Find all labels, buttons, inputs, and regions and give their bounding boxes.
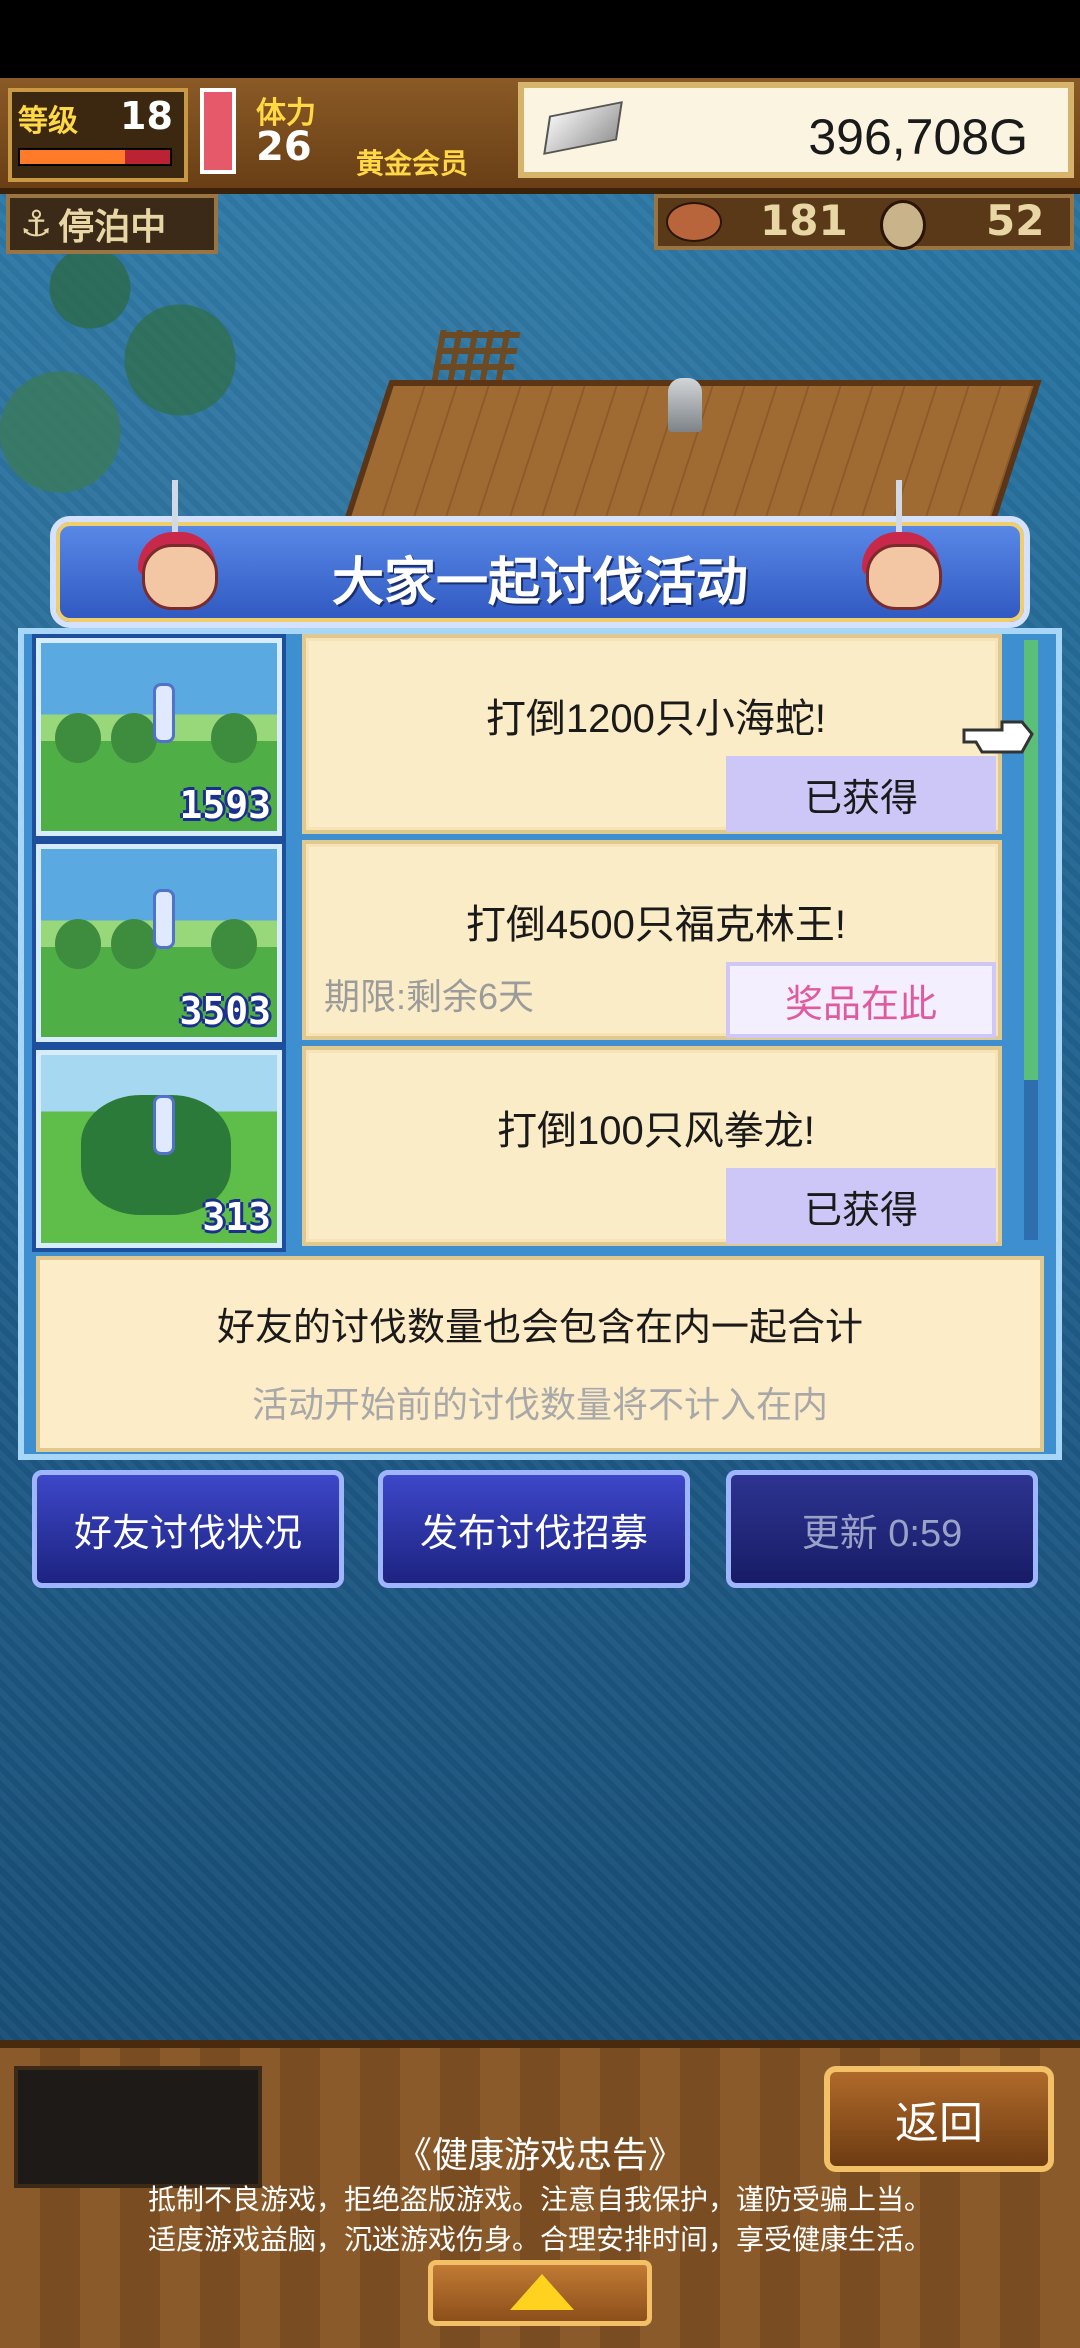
refresh-button[interactable]: 更新 0:59	[726, 1470, 1038, 1588]
dialog-title: 大家一起讨伐活动	[331, 553, 748, 613]
mission-count: 3503	[179, 989, 271, 1033]
note-sub: 活动开始前的讨伐数量将不计入在内	[251, 1384, 828, 1425]
mission-count: 313	[202, 1195, 271, 1239]
anchor-icon: ⚓	[20, 203, 53, 245]
mission-text: 打倒4500只福克林王!	[465, 903, 847, 947]
xp-bar	[18, 148, 172, 166]
medal-icon	[880, 200, 926, 250]
xp-fill	[20, 150, 125, 164]
scrollbar-thumb[interactable]	[1024, 640, 1038, 1080]
mission-deadline: 期限:剩余6天	[324, 976, 535, 1017]
mission-text: 打倒1200只小海蛇!	[485, 697, 827, 741]
mission-card: 打倒1200只小海蛇! 已获得	[302, 634, 1002, 834]
mission-status-button[interactable]: 已获得	[726, 756, 996, 832]
triangle-up-icon	[510, 2274, 574, 2310]
mission-card: 打倒100只风拳龙! 已获得	[302, 1046, 1002, 1246]
exclamation-icon	[153, 1095, 175, 1155]
status-strip	[0, 0, 1080, 78]
health-notice-line2: 适度游戏益脑，沉迷游戏伤身。合理安排时间，享受健康生活。	[147, 2224, 932, 2255]
claim-prize-button[interactable]: 奖品在此	[726, 962, 996, 1038]
stamina-value: 26	[256, 124, 312, 170]
membership-badge: 黄金会员	[356, 147, 469, 180]
mission-card: 打倒4500只福克林王! 期限:剩余6天 奖品在此	[302, 840, 1002, 1040]
food-icon	[666, 202, 722, 242]
post-recruit-button[interactable]: 发布讨伐招募	[378, 1470, 690, 1588]
mode-badge: ⚓ 停泊中	[6, 194, 218, 254]
mission-text: 打倒100只风拳龙!	[497, 1109, 815, 1153]
lantern	[668, 378, 702, 432]
pointing-hand-icon	[962, 720, 1034, 754]
health-notice-line1: 抵制不良游戏，拒绝盗版游戏。注意自我保护，谨防受骗上当。	[147, 2184, 932, 2215]
resource-1-value: 181	[760, 196, 848, 245]
health-notice-title: 《健康游戏忠告》	[395, 2134, 684, 2175]
level-value: 18	[120, 94, 173, 138]
level-label: 等级	[18, 104, 78, 139]
mission-thumbnail: 1593	[32, 634, 286, 840]
mode-label: 停泊中	[58, 207, 167, 248]
mission-thumbnail: 3503	[32, 840, 286, 1046]
friends-status-button[interactable]: 好友讨伐状况	[32, 1470, 344, 1588]
stamina-gauge	[200, 88, 236, 174]
exclamation-icon	[153, 683, 175, 743]
mission-thumbnail: 313	[32, 1046, 286, 1252]
resource-2-value: 52	[986, 196, 1045, 245]
note-main: 好友的讨伐数量也会包含在内一起合计	[216, 1307, 863, 1349]
exclamation-icon	[153, 889, 175, 949]
mission-count: 1593	[179, 783, 271, 827]
gold-value: 396,708G	[808, 109, 1028, 165]
mission-status-button[interactable]: 已获得	[726, 1168, 996, 1244]
